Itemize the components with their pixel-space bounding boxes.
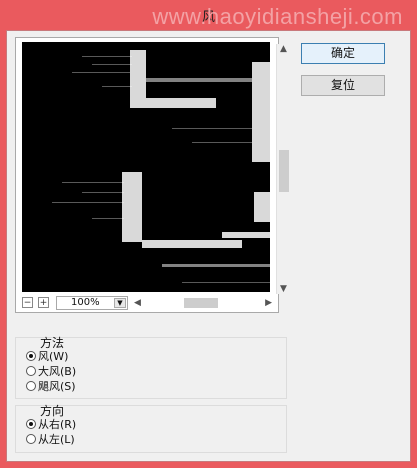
scroll-up-icon[interactable]: ▲ — [280, 44, 287, 54]
radio-selected-icon — [26, 351, 36, 361]
method-option-blast[interactable]: 大风(B) — [26, 363, 76, 378]
method-option-stagger[interactable]: 飓风(S) — [26, 378, 76, 393]
horizontal-scroll-thumb[interactable] — [184, 298, 218, 308]
radio-unselected-icon — [26, 434, 36, 444]
direction-option-from-right[interactable]: 从右(R) — [26, 416, 76, 431]
method-group: 方法 风(W) 大风(B) 飓风(S) — [15, 336, 287, 399]
radio-selected-icon — [26, 419, 36, 429]
preview-vertical-scrollbar[interactable]: ▲ ▼ — [276, 44, 291, 294]
method-option-wind[interactable]: 风(W) — [26, 348, 68, 363]
preview-image[interactable] — [22, 42, 270, 292]
direction-option-from-left[interactable]: 从左(L) — [26, 431, 75, 446]
ok-button[interactable]: 确定 — [301, 43, 385, 64]
preview-horizontal-scrollbar[interactable]: ◀ ▶ — [132, 296, 274, 310]
zoom-select[interactable]: 100% ▼ — [56, 296, 128, 310]
preview-controls: − + 100% ▼ ◀ ▶ — [20, 296, 274, 310]
zoom-in-button[interactable]: + — [38, 297, 49, 308]
wind-streaks-graphic — [22, 42, 270, 292]
zoom-value: 100% — [71, 297, 100, 308]
radio-unselected-icon — [26, 366, 36, 376]
scroll-left-icon[interactable]: ◀ — [134, 298, 141, 308]
preview-panel: ▲ ▼ − + 100% ▼ ◀ ▶ — [15, 37, 291, 313]
scroll-right-icon[interactable]: ▶ — [265, 298, 272, 308]
zoom-out-button[interactable]: − — [22, 297, 33, 308]
vertical-scroll-thumb[interactable] — [279, 150, 289, 192]
direction-group: 方向 从右(R) 从左(L) — [15, 404, 287, 453]
wind-filter-dialog: 风 www.haoyidiansheji.com ▲ ▼ − + 100% ▼ … — [0, 0, 417, 468]
watermark-text: www.haoyidiansheji.com — [152, 4, 403, 29]
dialog-body: ▲ ▼ − + 100% ▼ ◀ ▶ 确定 复位 方法 风(W) 大风(B) 飓… — [6, 30, 411, 462]
chevron-down-icon[interactable]: ▼ — [114, 298, 126, 308]
scroll-down-icon[interactable]: ▼ — [280, 284, 287, 294]
title-bar[interactable]: 风 www.haoyidiansheji.com — [0, 0, 417, 30]
radio-unselected-icon — [26, 381, 36, 391]
reset-button[interactable]: 复位 — [301, 75, 385, 96]
